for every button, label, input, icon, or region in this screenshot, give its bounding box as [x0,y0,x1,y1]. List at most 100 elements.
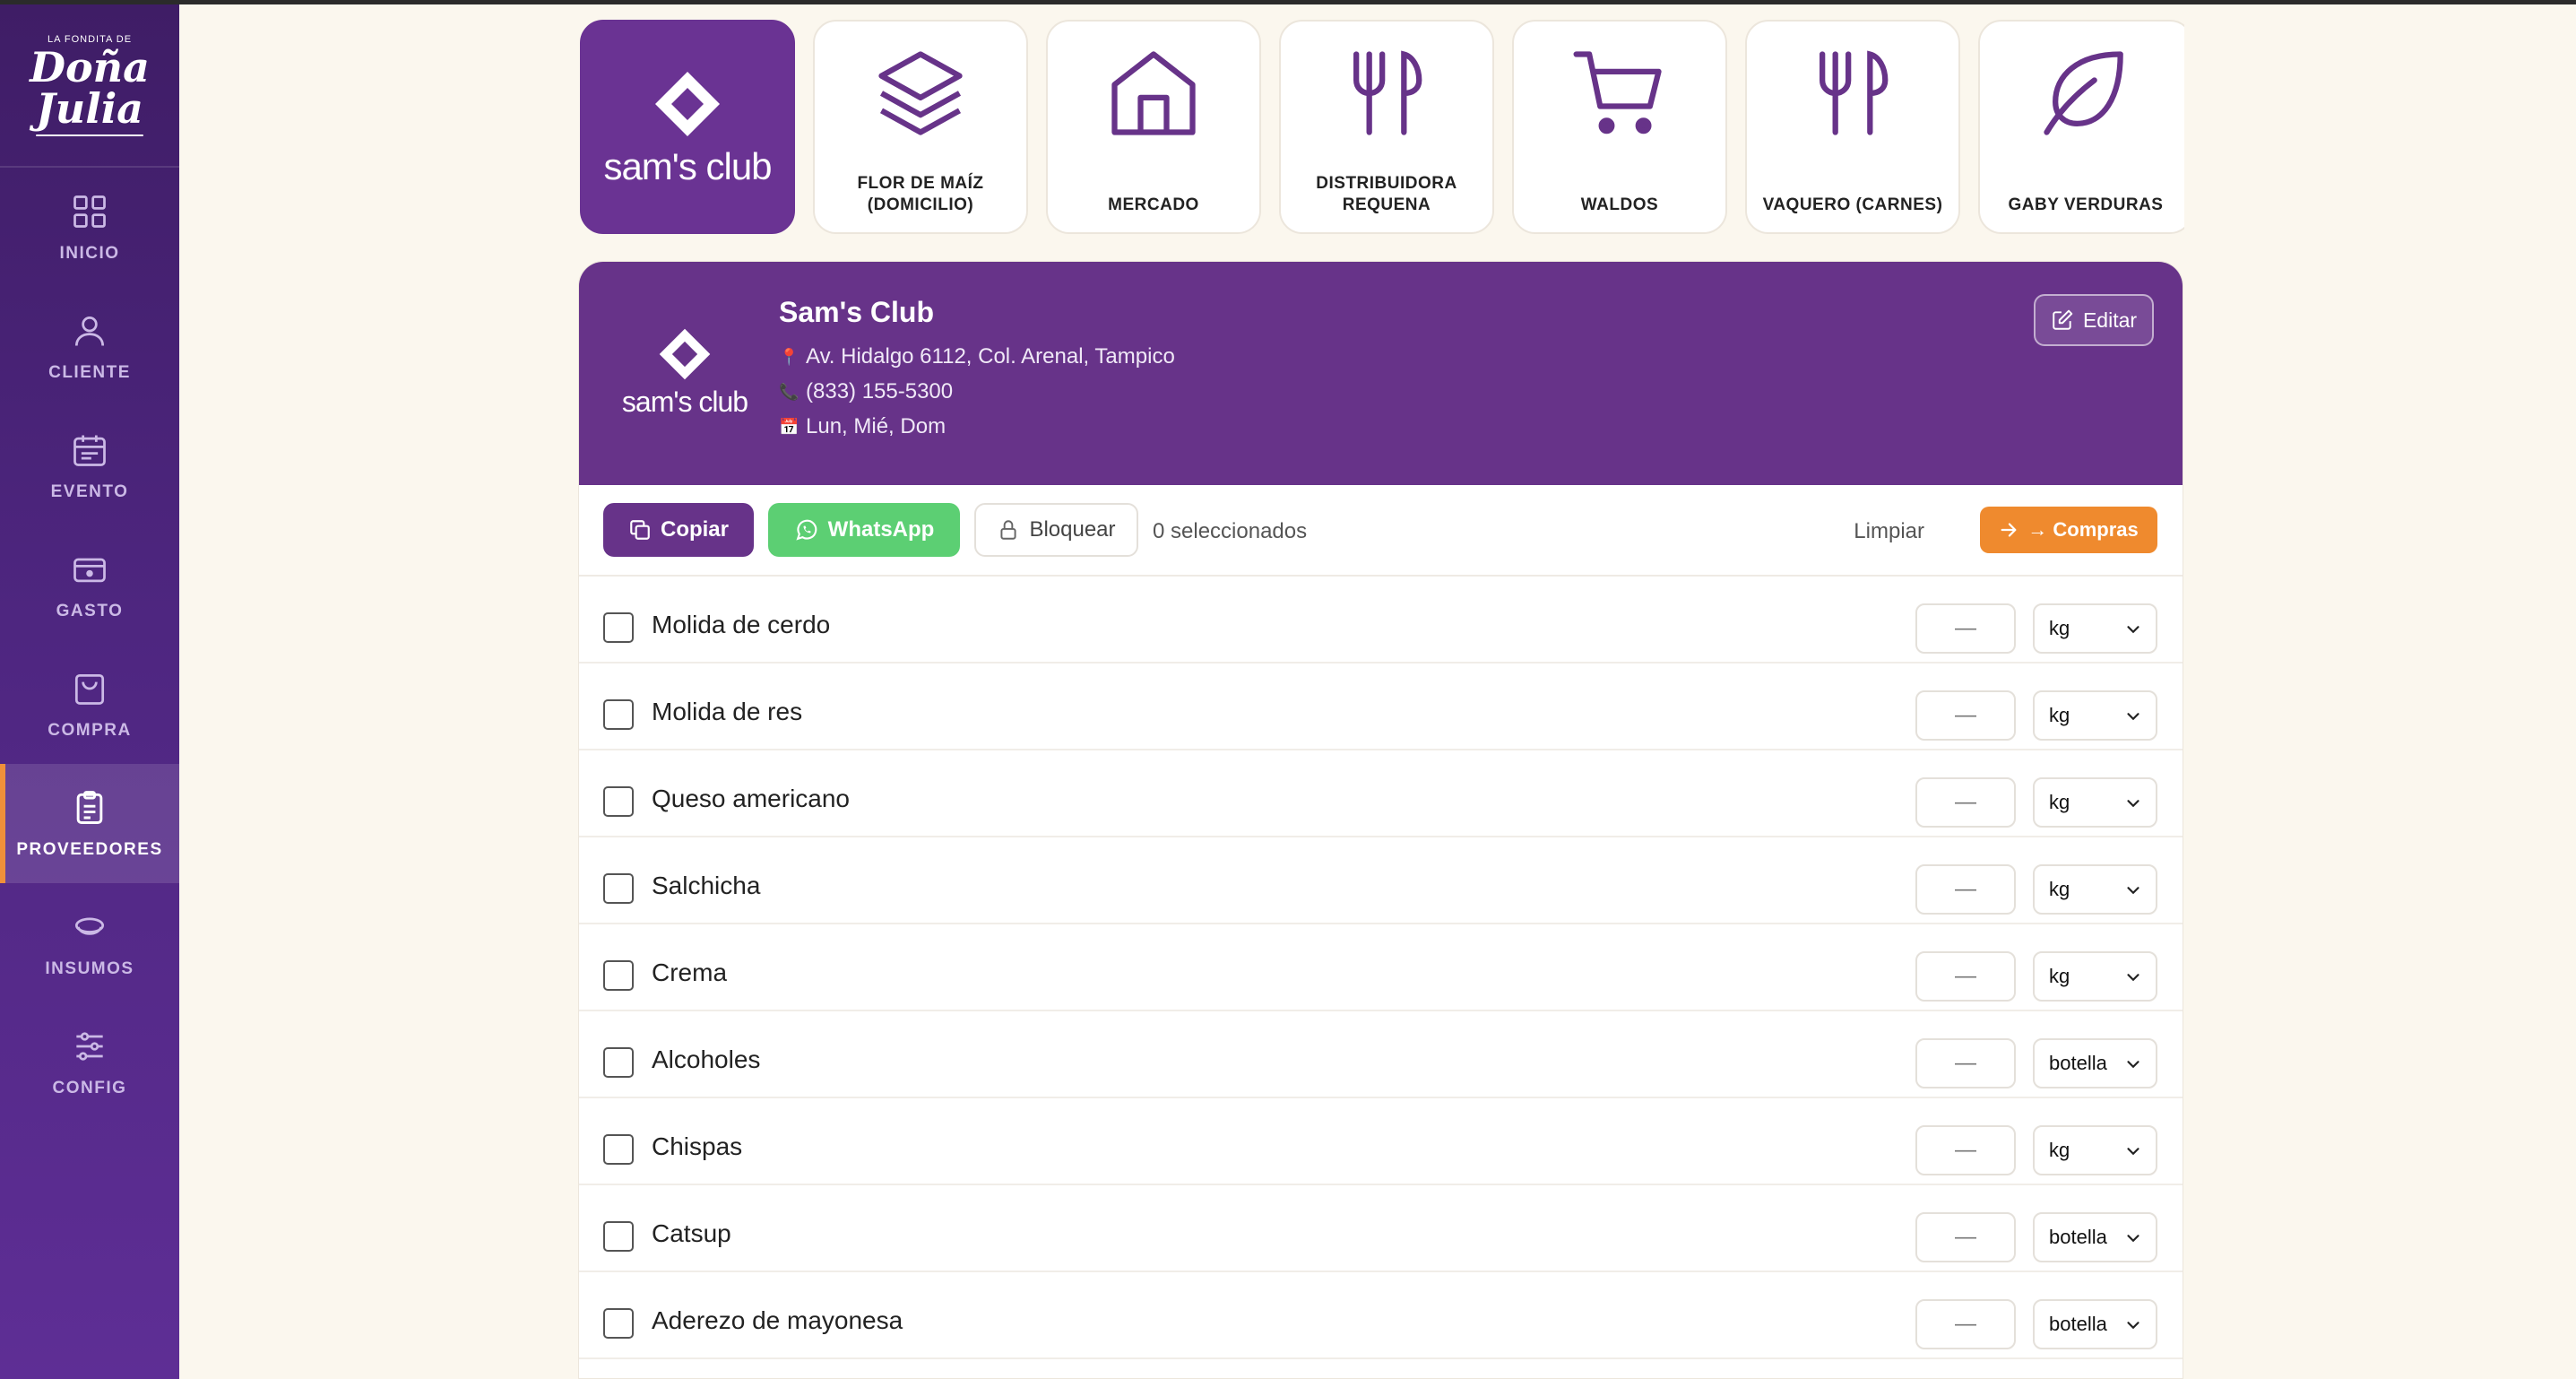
block-label: Bloquear [1029,517,1116,542]
item-checkbox[interactable] [603,699,634,730]
utensils-icon [1820,50,1889,135]
chevron-down-icon [2127,887,2139,895]
supplier-header: sam's club Sam's Club 📍 Av. Hidalgo 6112… [579,262,2183,485]
whatsapp-icon [796,519,817,541]
item-name: Molida de cerdo [652,611,831,638]
item-checkbox[interactable] [603,786,634,817]
quantity-input[interactable]: — [1915,603,2016,654]
supplier-card-distribuidora-requena[interactable]: DISTRIBUIDORA REQUENA [1279,20,1494,234]
leaf-icon [2044,51,2123,135]
whatsapp-label: WhatsApp [827,517,935,542]
edit-button[interactable]: Editar [2034,294,2154,346]
quantity-input[interactable]: — [1915,864,2016,915]
unit-select[interactable]: botella [2033,1299,2157,1349]
send-to-compras-button[interactable]: → Compras [1980,507,2157,553]
item-checkbox[interactable] [603,1308,634,1339]
copy-button[interactable]: Copiar [603,503,754,557]
quantity-input[interactable]: — [1915,951,2016,1002]
nav-label: INICIO [59,243,120,263]
sams-club-logo: sam's club [603,66,773,188]
item-checkbox[interactable] [603,1134,634,1165]
sams-logo-text: sam's club [603,144,772,187]
brand-name-line2: Julia [36,84,143,133]
list-item: Chispas — kg [579,1098,2183,1185]
clear-button[interactable]: Limpiar [1854,519,1924,544]
chevron-down-icon [2127,1322,2139,1330]
nav-label: GASTO [56,601,124,620]
nav-label: CONFIG [52,1078,127,1097]
nav-item-insumos[interactable]: INSUMOS [0,883,179,1002]
nav-item-gasto[interactable]: GASTO [0,525,179,645]
brand-underline [36,134,143,136]
list-item: Aderezo de mayonesa — botella [579,1272,2183,1359]
quantity-input[interactable]: — [1915,1038,2016,1088]
list-item: Alcoholes — botella [579,1011,2183,1098]
phone-text: (833) 155-5300 [806,379,954,403]
supplier-card-flor-de-maiz[interactable]: FLOR DE MAÍZ (DOMICILIO) [813,20,1028,234]
list-item: Crema — kg [579,924,2183,1011]
chevron-down-icon [2127,713,2139,721]
item-checkbox[interactable] [603,1047,634,1078]
unit-select[interactable]: kg [2033,864,2157,915]
nav-item-compra[interactable]: COMPRA [0,645,179,764]
quantity-input[interactable]: — [1915,1212,2016,1262]
unit-select[interactable]: kg [2033,951,2157,1002]
utensils-icon [1353,50,1422,135]
address-text: Av. Hidalgo 6112, Col. Arenal, Tampico [806,344,1175,369]
quantity-input[interactable]: — [1915,1125,2016,1175]
quantity-input[interactable]: — [1915,690,2016,741]
unit-value: kg [2049,878,2070,900]
supplier-card-mercado[interactable]: MERCADO [1046,20,1261,234]
unit-select[interactable]: kg [2033,777,2157,828]
nav-label: INSUMOS [45,958,134,978]
supplier-card-vaquero-carnes[interactable]: VAQUERO (CARNES) [1745,20,1960,234]
unit-value: kg [2049,791,2070,813]
arrow-right-icon [2001,523,2017,537]
list-item: Molida de res — kg [579,663,2183,750]
item-checkbox[interactable] [603,612,634,643]
selected-count: 0 seleccionados [1153,519,1308,543]
nav-label: PROVEEDORES [16,839,163,859]
whatsapp-button[interactable]: WhatsApp [768,503,960,557]
chevron-down-icon [2127,1148,2139,1156]
unit-select[interactable]: kg [2033,1125,2157,1175]
item-checkbox[interactable] [603,960,634,991]
nav-item-proveedores[interactable]: PROVEEDORES [0,764,179,883]
unit-select[interactable]: kg [2033,603,2157,654]
unit-value: botella [2049,1226,2107,1248]
sliders-icon [76,1031,103,1061]
block-button[interactable]: Bloquear [974,503,1138,557]
item-name: Salchicha [652,872,761,899]
supplier-name: FLOR DE MAÍZ (DOMICILIO) [857,174,984,214]
nav-item-cliente[interactable]: CLIENTE [0,287,179,406]
calendar-icon: 📅 [779,417,800,436]
clipboard-icon [76,790,103,824]
supplier-card-sams-club[interactable]: sam's club [580,20,795,234]
house-icon [1111,51,1196,135]
unit-select[interactable]: botella [2033,1038,2157,1088]
chevron-down-icon [2127,1061,2139,1069]
supplier-card-gaby-verduras[interactable]: GABY VERDURAS [1978,20,2184,234]
nav-item-evento[interactable]: EVENTO [0,406,179,525]
item-checkbox[interactable] [603,873,634,904]
item-name: Chispas [652,1132,743,1160]
nav-item-config[interactable]: CONFIG [0,1002,179,1122]
copy-icon [630,520,650,540]
brand-logo[interactable]: LA FONDITA DE Doña Julia [0,4,179,168]
unit-value: kg [2049,617,2070,639]
calendar-icon [73,435,106,466]
supplier-card-waldos[interactable]: WALDOS [1512,20,1727,234]
nav-item-inicio[interactable]: INICIO [0,168,179,287]
edit-label: Editar [2082,308,2138,332]
item-checkbox[interactable] [603,1221,634,1252]
unit-select[interactable]: botella [2033,1212,2157,1262]
quantity-input[interactable]: — [1915,1299,2016,1349]
quantity-input[interactable]: — [1915,777,2016,828]
nav-label: CLIENTE [48,362,131,382]
diamond-icon [655,71,720,136]
supplier-title: Sam's Club [779,296,934,328]
list-item: Salchicha — kg [579,837,2183,924]
unit-select[interactable]: kg [2033,690,2157,741]
grid-icon [73,195,106,228]
supplier-logo-text: sam's club [621,386,748,418]
